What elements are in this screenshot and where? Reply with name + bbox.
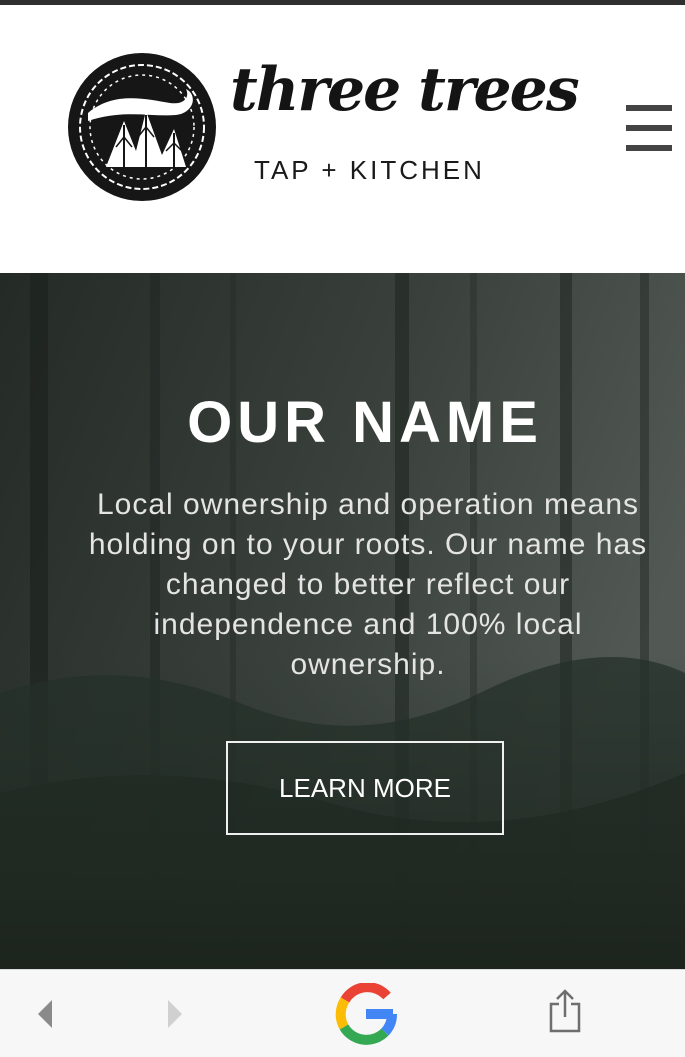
hero-description: Local ownership and operation means hold… (88, 488, 648, 681)
hero-banner: OUR NAME Local ownership and operation m… (0, 273, 685, 969)
browser-toolbar (0, 969, 685, 1057)
menu-bar (626, 105, 672, 111)
forward-arrow-icon[interactable] (164, 998, 186, 1030)
site-header: three trees TAP + KITCHEN (0, 5, 685, 273)
learn-more-button[interactable]: LEARN MORE (226, 741, 504, 835)
google-g-icon[interactable] (335, 983, 397, 1045)
menu-bar (626, 145, 672, 151)
share-icon[interactable] (548, 988, 582, 1034)
hero-title: OUR NAME (187, 390, 543, 455)
hamburger-menu-icon[interactable] (624, 105, 674, 155)
logo-wordmark: three trees (230, 55, 580, 125)
logo-tagline: TAP + KITCHEN (254, 155, 485, 185)
tree-ring-logo-icon (68, 53, 216, 201)
menu-bar (626, 125, 672, 131)
back-arrow-icon[interactable] (34, 998, 56, 1030)
site-logo[interactable]: three trees TAP + KITCHEN (38, 43, 580, 219)
